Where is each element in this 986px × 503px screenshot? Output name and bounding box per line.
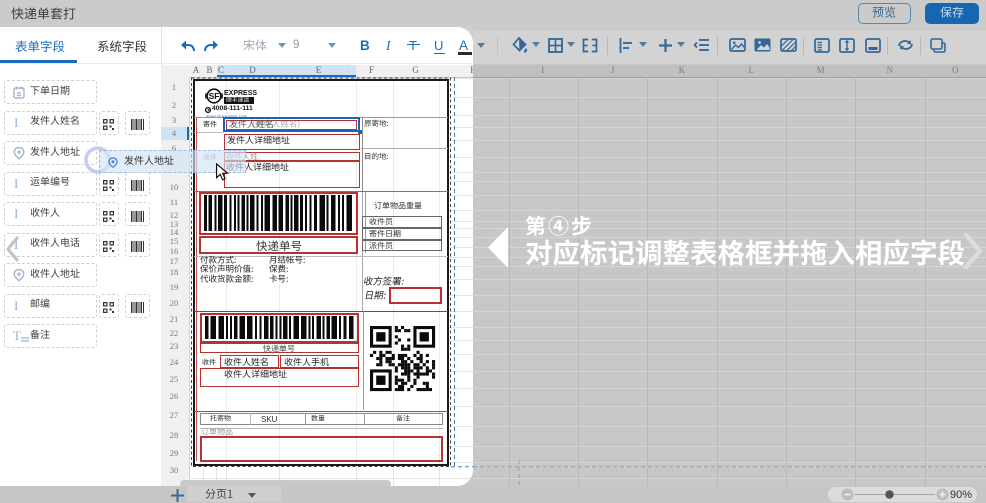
svg-text:SF: SF xyxy=(209,91,220,101)
